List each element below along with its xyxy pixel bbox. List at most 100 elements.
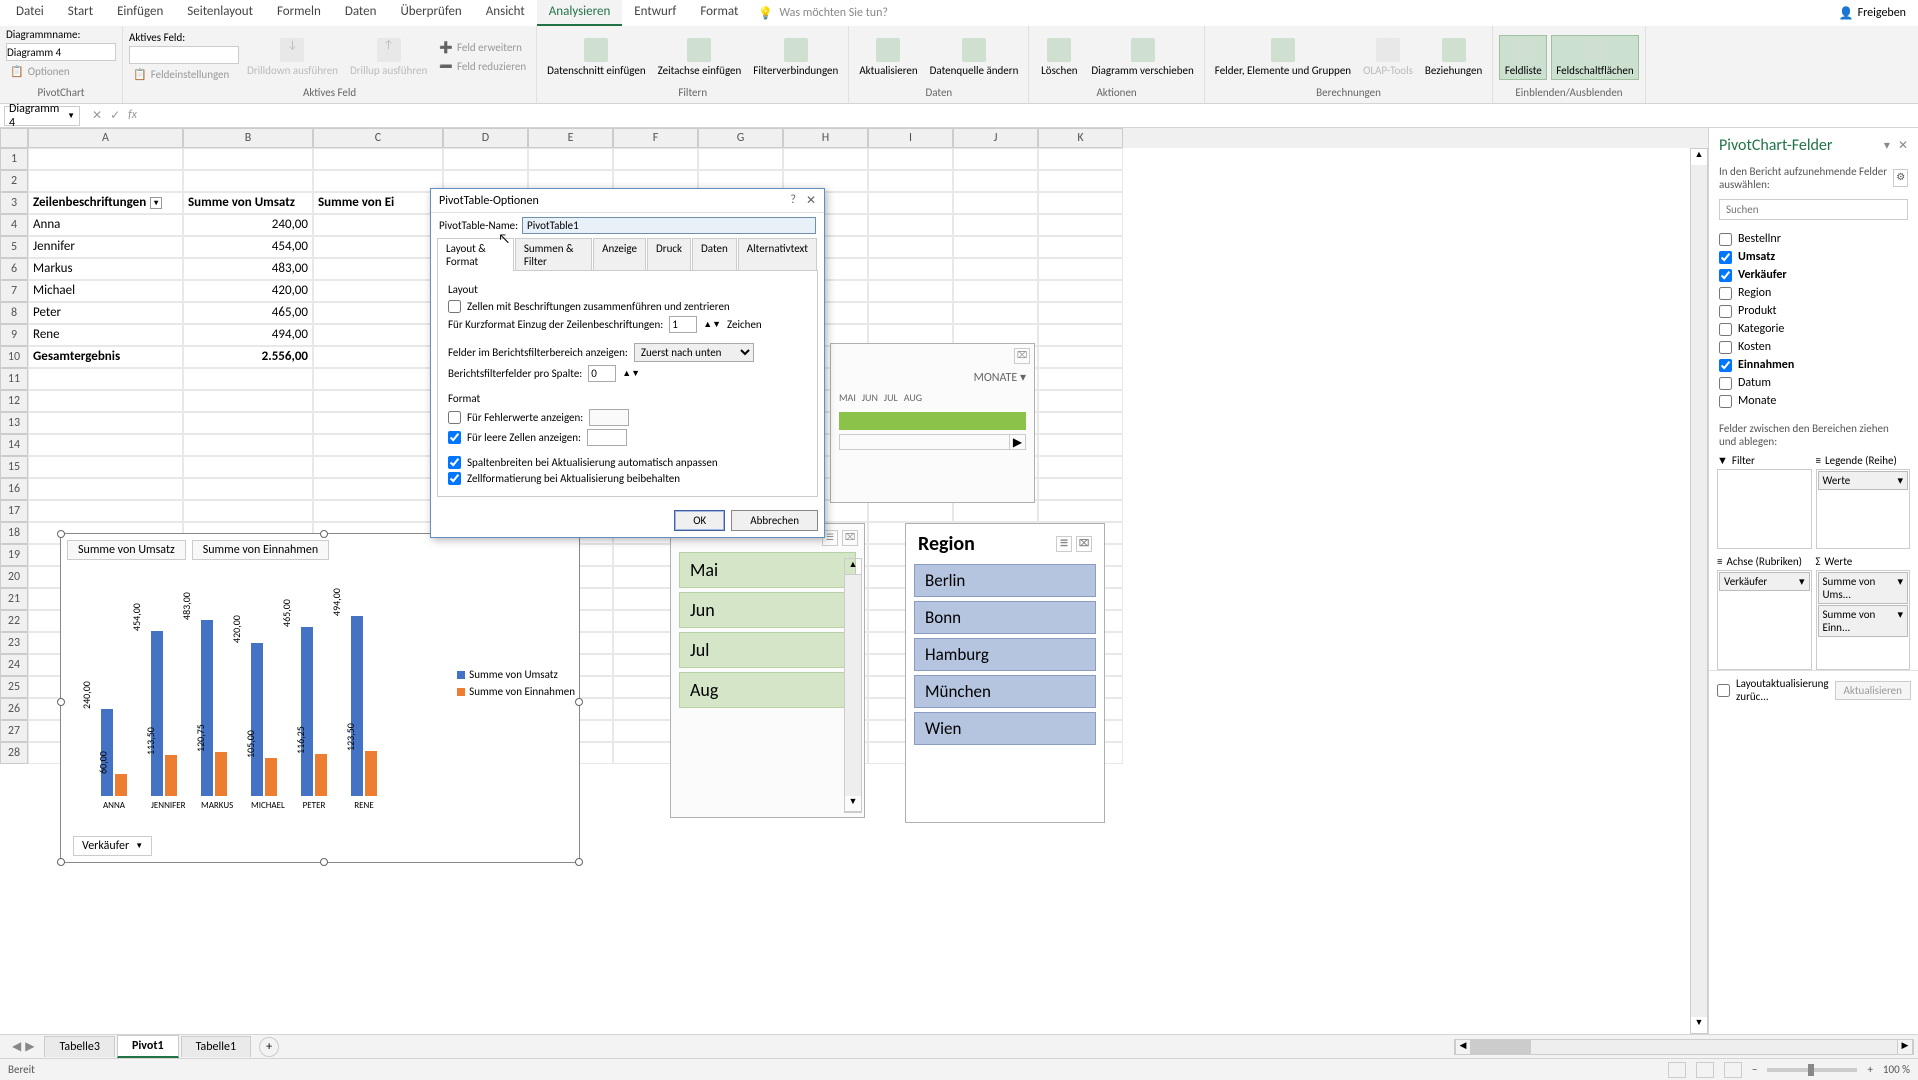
- defer-layout-checkbox[interactable]: [1717, 684, 1730, 697]
- column-header[interactable]: C: [313, 128, 443, 148]
- row-header[interactable]: 5: [0, 236, 28, 258]
- cell[interactable]: 2.556,00: [183, 346, 313, 368]
- cell[interactable]: Markus: [28, 258, 183, 280]
- cell[interactable]: [28, 434, 183, 456]
- field-item[interactable]: Bestellnr: [1719, 230, 1908, 248]
- cell[interactable]: [868, 236, 953, 258]
- cell[interactable]: [183, 170, 313, 192]
- olap-tools-button[interactable]: OLAP-Tools: [1359, 36, 1417, 79]
- filter-area[interactable]: [1717, 469, 1812, 549]
- cell[interactable]: [313, 346, 443, 368]
- column-header[interactable]: H: [783, 128, 868, 148]
- filter-connections-button[interactable]: Filterverbindungen: [749, 36, 842, 79]
- column-header[interactable]: A: [28, 128, 183, 148]
- cell[interactable]: Zeilenbeschriftungen ▾: [28, 192, 183, 214]
- scroll-left-icon[interactable]: ◀: [1455, 1040, 1471, 1054]
- cell[interactable]: [313, 302, 443, 324]
- page-break-view-button[interactable]: [1724, 1062, 1742, 1078]
- dialog-tab-display[interactable]: Anzeige: [593, 238, 646, 271]
- tab-entwurf[interactable]: Entwurf: [622, 0, 688, 26]
- refresh-button[interactable]: Aktualisieren: [855, 36, 921, 79]
- clear-filter-icon[interactable]: ⌧: [1014, 348, 1030, 364]
- empty-cells-input[interactable]: [587, 429, 627, 446]
- formula-input[interactable]: [145, 106, 1918, 126]
- cell[interactable]: [1038, 170, 1123, 192]
- zoom-level[interactable]: 100 %: [1883, 1063, 1910, 1076]
- zoom-slider[interactable]: [1767, 1068, 1857, 1072]
- cell[interactable]: [613, 148, 698, 170]
- cell[interactable]: [698, 148, 783, 170]
- error-values-input[interactable]: [589, 409, 629, 426]
- clear-filter-icon[interactable]: ⌧: [1076, 536, 1092, 552]
- chart-bar[interactable]: [301, 627, 313, 796]
- select-all-corner[interactable]: [0, 128, 28, 148]
- cell[interactable]: [183, 478, 313, 500]
- cell[interactable]: [1038, 368, 1123, 390]
- chart-bar[interactable]: [315, 754, 327, 796]
- scroll-down-icon[interactable]: ▼: [845, 796, 861, 812]
- horizontal-scrollbar[interactable]: ◀ ▶: [1454, 1039, 1914, 1055]
- tab-formeln[interactable]: Formeln: [265, 0, 333, 26]
- cell[interactable]: [953, 148, 1038, 170]
- move-chart-button[interactable]: Diagramm verschieben: [1087, 36, 1197, 79]
- cell[interactable]: [1038, 302, 1123, 324]
- column-header[interactable]: E: [528, 128, 613, 148]
- ok-button[interactable]: OK: [674, 510, 725, 531]
- active-field-input[interactable]: [129, 46, 239, 64]
- chart-bar[interactable]: [351, 616, 363, 796]
- pane-dropdown-icon[interactable]: ▾: [1884, 138, 1890, 153]
- page-layout-view-button[interactable]: [1696, 1062, 1714, 1078]
- area-item[interactable]: Summe von Einn...▾: [1818, 605, 1909, 637]
- month-slicer[interactable]: ☰ ⌧ MaiJunJulAug ▲ ▼: [670, 523, 865, 818]
- column-header[interactable]: I: [868, 128, 953, 148]
- cell[interactable]: [313, 280, 443, 302]
- cell[interactable]: [28, 390, 183, 412]
- sheet-tab[interactable]: Tabelle1: [181, 1036, 252, 1057]
- cell[interactable]: [1038, 148, 1123, 170]
- cell[interactable]: [183, 148, 313, 170]
- row-header[interactable]: 25: [0, 676, 28, 698]
- slicer-item[interactable]: Bonn: [914, 601, 1096, 634]
- drillup-button[interactable]: ↑Drillup ausführen: [346, 36, 431, 79]
- cell[interactable]: [783, 148, 868, 170]
- insert-timeline-button[interactable]: Zeitachse einfügen: [654, 36, 746, 79]
- area-item[interactable]: Verkäufer▾: [1719, 572, 1810, 591]
- field-list-button[interactable]: Feldliste: [1499, 35, 1547, 80]
- cell[interactable]: [953, 236, 1038, 258]
- indent-input[interactable]: [669, 316, 697, 333]
- row-header[interactable]: 11: [0, 368, 28, 390]
- cell[interactable]: 494,00: [183, 324, 313, 346]
- cell[interactable]: [183, 390, 313, 412]
- row-header[interactable]: 7: [0, 280, 28, 302]
- sheet-tab[interactable]: Tabelle3: [44, 1036, 115, 1057]
- cell[interactable]: [953, 280, 1038, 302]
- cell[interactable]: Summe von Umsatz: [183, 192, 313, 214]
- cell[interactable]: [1038, 456, 1123, 478]
- cell[interactable]: [1038, 324, 1123, 346]
- cell[interactable]: [28, 478, 183, 500]
- row-header[interactable]: 23: [0, 632, 28, 654]
- resize-handle[interactable]: [320, 858, 328, 866]
- cell[interactable]: [1038, 346, 1123, 368]
- chart-bar[interactable]: [265, 758, 277, 796]
- pivottable-name-input[interactable]: [522, 217, 816, 234]
- row-header[interactable]: 20: [0, 566, 28, 588]
- slicer-item[interactable]: Aug: [679, 672, 856, 708]
- cell[interactable]: [1038, 478, 1123, 500]
- name-box[interactable]: Diagramm 4▼: [4, 106, 80, 126]
- close-icon[interactable]: ✕: [1898, 138, 1908, 153]
- row-header[interactable]: 14: [0, 434, 28, 456]
- field-checkbox[interactable]: [1719, 233, 1732, 246]
- row-header[interactable]: 28: [0, 742, 28, 764]
- cell[interactable]: [313, 412, 443, 434]
- row-header[interactable]: 13: [0, 412, 28, 434]
- cell[interactable]: [1038, 500, 1123, 522]
- empty-cells-checkbox[interactable]: [448, 431, 461, 444]
- row-header[interactable]: 19: [0, 544, 28, 566]
- cell[interactable]: [443, 148, 528, 170]
- preserve-format-checkbox[interactable]: [448, 472, 461, 485]
- cell[interactable]: [868, 170, 953, 192]
- row-header[interactable]: 22: [0, 610, 28, 632]
- timeline-period-dropdown[interactable]: MONATE ▾: [831, 368, 1034, 387]
- field-checkbox[interactable]: [1719, 359, 1732, 372]
